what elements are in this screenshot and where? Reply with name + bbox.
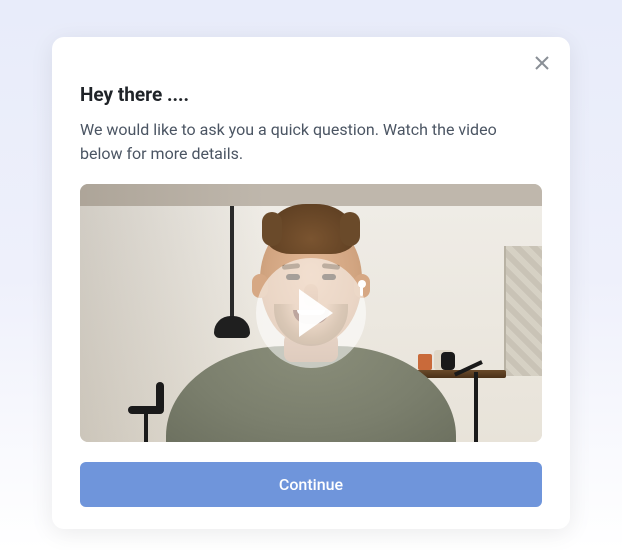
close-icon	[535, 56, 549, 70]
play-button[interactable]	[256, 258, 366, 368]
modal-title: Hey there ....	[80, 83, 542, 106]
video-thumbnail[interactable]	[80, 184, 542, 442]
continue-button[interactable]: Continue	[80, 462, 542, 507]
close-button[interactable]	[530, 51, 554, 75]
play-icon	[299, 289, 333, 337]
modal-description: We would like to ask you a quick questio…	[80, 118, 542, 166]
question-modal: Hey there .... We would like to ask you …	[52, 37, 570, 529]
